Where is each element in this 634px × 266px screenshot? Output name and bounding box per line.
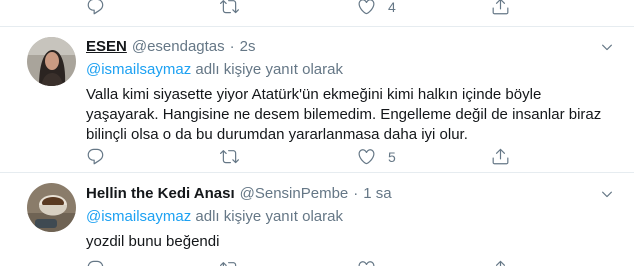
tweet-actions: 5 — [0, 147, 634, 167]
avatar[interactable] — [27, 183, 76, 232]
chevron-down-icon — [600, 40, 614, 54]
retweet-icon — [220, 259, 239, 266]
retweet-icon — [220, 0, 239, 16]
separator-dot: · — [353, 185, 359, 202]
reply-button[interactable] — [86, 0, 105, 16]
reply-context: @ismailsaymaz adlı kişiye yanıt olarak — [86, 207, 618, 227]
tweet-text-line: yaşayarak. Hangisine ne desem bilemedim.… — [86, 106, 602, 123]
retweet-button[interactable] — [220, 0, 239, 16]
reply-icon — [86, 259, 105, 266]
avatar-photo — [27, 37, 76, 86]
reply-button[interactable] — [86, 259, 105, 266]
heart-icon — [357, 259, 376, 266]
reply-context-suffix: adlı kişiye yanıt olarak — [191, 208, 343, 225]
share-button[interactable] — [491, 0, 510, 16]
retweet-button[interactable] — [220, 147, 239, 166]
avatar[interactable] — [27, 37, 76, 86]
display-name[interactable]: Hellin the Kedi Anası — [86, 184, 235, 204]
reply-icon — [86, 147, 105, 166]
retweet-icon — [220, 147, 239, 166]
heart-icon — [357, 0, 376, 16]
reply-icon — [86, 0, 105, 16]
like-button[interactable] — [357, 259, 376, 266]
heart-icon — [357, 147, 376, 166]
share-icon — [491, 147, 510, 166]
previous-tweet-actions: 4 — [0, 0, 634, 17]
share-icon — [491, 259, 510, 266]
user-handle[interactable]: @esendagtas — [132, 37, 225, 57]
like-button[interactable]: 5 — [357, 147, 396, 166]
timestamp[interactable]: 2s — [240, 37, 256, 57]
share-icon — [491, 0, 510, 16]
like-button[interactable]: 4 — [357, 0, 396, 16]
like-count: 4 — [388, 0, 396, 15]
tweet-text-line: yozdil bunu beğendi — [86, 233, 220, 250]
tweet-text: yozdil bunu beğendi — [86, 232, 618, 252]
reply-button[interactable] — [86, 147, 105, 166]
tweet[interactable]: Hellin the Kedi Anası @SensinPembe · 1 s… — [0, 173, 634, 266]
avatar-photo — [27, 183, 76, 232]
mention-link[interactable]: @ismailsaymaz — [86, 208, 191, 225]
mention-link[interactable]: @ismailsaymaz — [86, 61, 191, 78]
timestamp[interactable]: 1 sa — [363, 184, 391, 204]
share-button[interactable] — [491, 259, 510, 266]
share-button[interactable] — [491, 147, 510, 166]
reply-context: @ismailsaymaz adlı kişiye yanıt olarak — [86, 60, 618, 80]
retweet-button[interactable] — [220, 259, 239, 266]
separator-dot: · — [229, 38, 235, 55]
tweet-text-line: bilinçli olsa o da bu durumdan yararlanm… — [86, 126, 468, 143]
like-count: 5 — [388, 148, 396, 165]
tweet-menu-caret[interactable] — [600, 40, 614, 54]
display-name[interactable]: ESEN — [86, 37, 127, 57]
tweet-text-line: Valla kimi siyasette yiyor Atatürk'ün ek… — [86, 86, 542, 103]
chevron-down-icon — [600, 187, 614, 201]
tweet-actions — [0, 259, 634, 266]
tweet[interactable]: ESEN @esendagtas · 2s @ismailsaymaz adlı… — [0, 27, 634, 171]
tweet-text: Valla kimi siyasette yiyor Atatürk'ün ek… — [86, 85, 618, 145]
reply-context-suffix: adlı kişiye yanıt olarak — [191, 61, 343, 78]
tweet-menu-caret[interactable] — [600, 187, 614, 201]
user-handle[interactable]: @SensinPembe — [240, 184, 349, 204]
